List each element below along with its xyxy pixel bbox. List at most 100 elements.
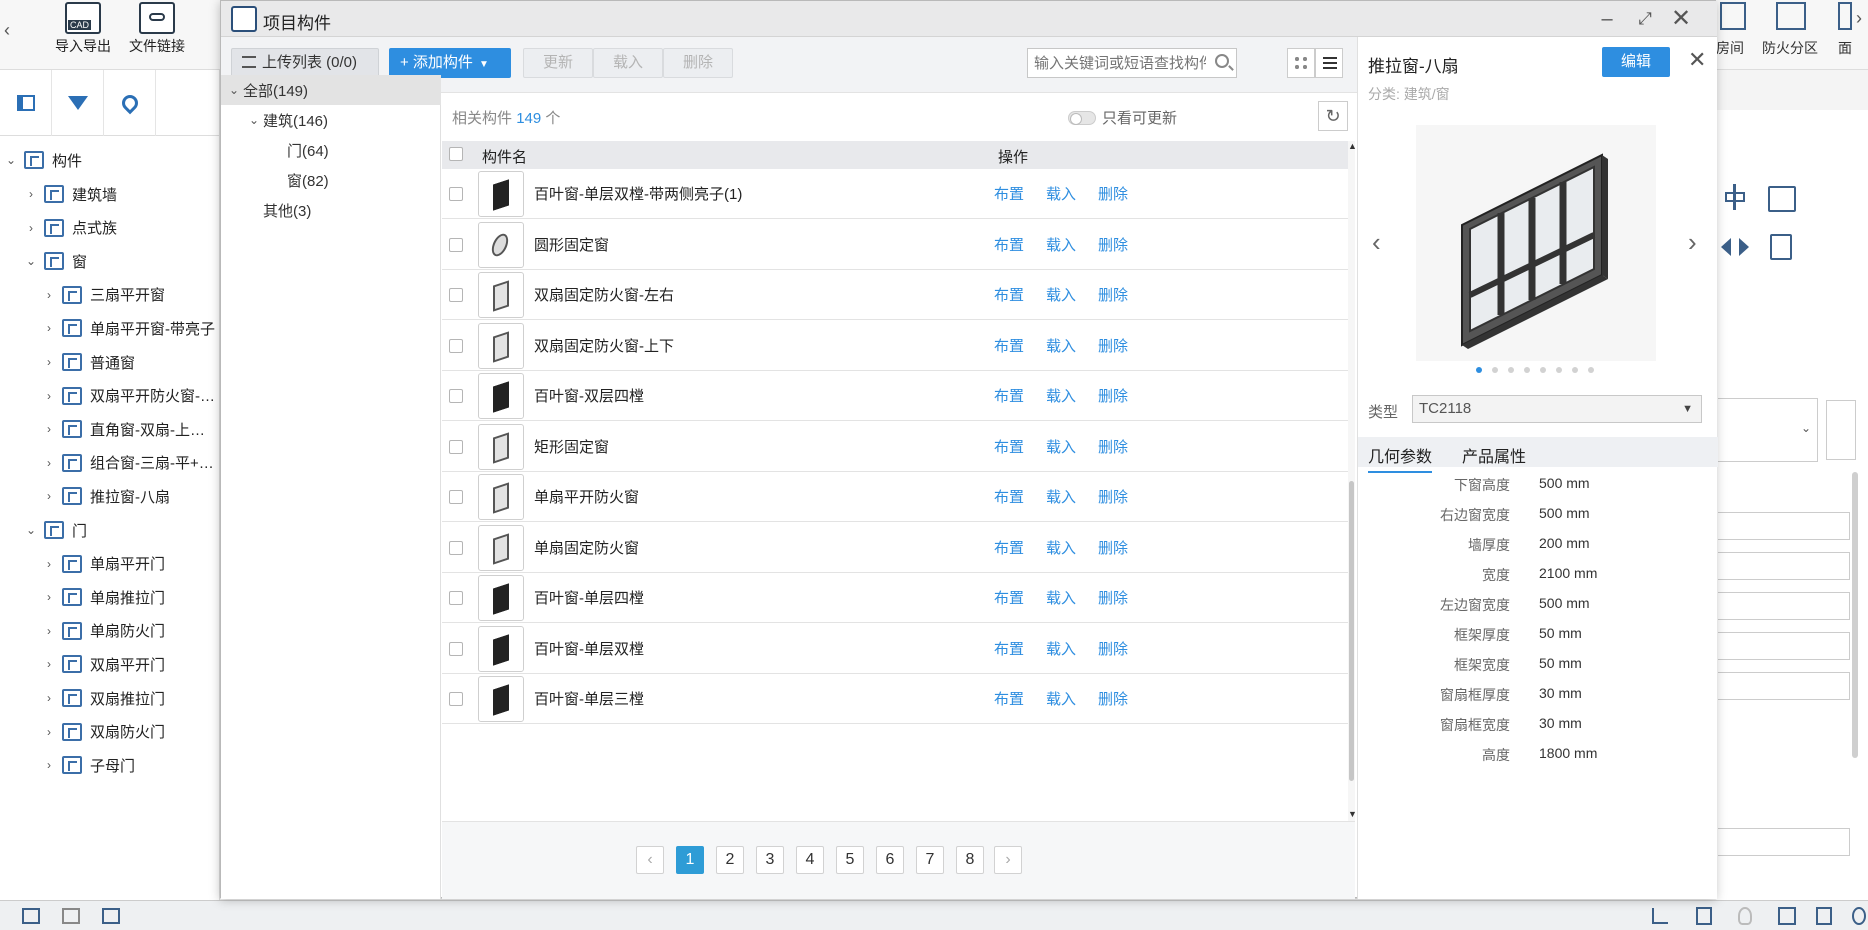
category-item[interactable]: ⌄ 全部(149) — [221, 75, 441, 105]
mirror-icon[interactable] — [1721, 234, 1749, 260]
snap-icon[interactable] — [1652, 908, 1668, 924]
delete-link[interactable]: 删除 — [1098, 486, 1128, 507]
carousel-dot[interactable] — [1492, 367, 1498, 373]
chevron-right-icon[interactable]: › — [42, 624, 56, 638]
layout-view-icon[interactable] — [102, 908, 120, 924]
delete-link[interactable]: 删除 — [1098, 638, 1128, 659]
table-row[interactable]: 百叶窗-单层双樘-带两侧亮子(1) 布置 载入 删除 — [442, 169, 1348, 219]
chevron-right-icon[interactable]: › — [42, 590, 56, 604]
table-row[interactable]: 双扇固定防火窗-上下 布置 载入 删除 — [442, 320, 1348, 371]
chevron-down-icon[interactable]: ⌄ — [24, 254, 38, 268]
right-input-1[interactable] — [1718, 552, 1850, 580]
next-page-button[interactable]: › — [994, 846, 1022, 874]
carousel-dot[interactable] — [1588, 367, 1594, 373]
camera-icon[interactable] — [1778, 907, 1796, 925]
chevron-right-icon[interactable]: › — [42, 725, 56, 739]
category-item[interactable]: ⌄ 建筑(146) — [221, 105, 328, 135]
carousel-dot[interactable] — [1508, 367, 1514, 373]
row-checkbox[interactable] — [449, 187, 463, 201]
chevron-right-icon[interactable]: › — [42, 758, 56, 772]
minimize-icon[interactable]: – — [1593, 5, 1621, 33]
row-checkbox[interactable] — [449, 439, 463, 454]
chevron-right-icon[interactable]: › — [24, 187, 38, 201]
place-link[interactable]: 布置 — [994, 638, 1024, 659]
place-link[interactable]: 布置 — [994, 234, 1024, 255]
chevron-down-icon[interactable]: ⌄ — [225, 83, 243, 97]
chevron-right-icon[interactable]: › — [42, 355, 56, 369]
table-row[interactable]: 双扇固定防火窗-左右 布置 载入 删除 — [442, 270, 1348, 320]
place-link[interactable]: 布置 — [994, 436, 1024, 457]
fire-zone-icon[interactable] — [1776, 2, 1806, 30]
chevron-right-icon[interactable]: › — [42, 557, 56, 571]
carousel-dot[interactable] — [1572, 367, 1578, 373]
panel-toggle-icon[interactable] — [0, 70, 52, 136]
load-link[interactable]: 载入 — [1046, 385, 1076, 406]
delete-link[interactable]: 删除 — [1098, 688, 1128, 709]
scroll-up-icon[interactable]: ▲ — [1348, 141, 1357, 151]
chevron-right-icon[interactable]: › — [42, 422, 56, 436]
right-side-buttons[interactable] — [1826, 400, 1856, 460]
face-icon[interactable] — [1838, 2, 1852, 30]
upload-list-button[interactable]: 上传列表 (0/0) — [231, 48, 379, 78]
page-button[interactable]: 1 — [676, 846, 704, 874]
place-link[interactable]: 布置 — [994, 284, 1024, 305]
page-button[interactable]: 6 — [876, 846, 904, 874]
add-component-button[interactable]: + 添加构件 ▼ — [389, 48, 511, 78]
chevron-right-icon[interactable]: › — [42, 489, 56, 503]
carousel-dot[interactable] — [1476, 367, 1482, 373]
load-link[interactable]: 载入 — [1046, 234, 1076, 255]
room-icon[interactable] — [1720, 2, 1746, 30]
prev-page-button[interactable]: ‹ — [636, 846, 664, 874]
refresh-button[interactable]: ↻ — [1318, 101, 1348, 131]
filter-icon[interactable] — [52, 70, 104, 136]
category-item[interactable]: 门(64) — [221, 135, 329, 165]
category-item[interactable]: 其他(3) — [221, 195, 311, 225]
place-link[interactable]: 布置 — [994, 385, 1024, 406]
maximize-icon[interactable]: ⤢ — [1631, 5, 1659, 33]
delete-link[interactable]: 删除 — [1098, 335, 1128, 356]
table-row[interactable]: 圆形固定窗 布置 载入 删除 — [442, 219, 1348, 270]
fire-zone-label[interactable]: 防火分区 — [1762, 38, 1818, 58]
chevron-right-icon[interactable]: › — [42, 691, 56, 705]
delete-button[interactable]: 删除 — [663, 48, 733, 78]
table-row[interactable]: 单扇平开防火窗 布置 载入 删除 — [442, 472, 1348, 522]
right-select-5[interactable] — [1718, 672, 1850, 700]
search-icon[interactable] — [1215, 54, 1229, 68]
scroll-down-icon[interactable]: ▼ — [1348, 809, 1357, 819]
right-select-6[interactable] — [1718, 828, 1850, 856]
load-link[interactable]: 载入 — [1046, 638, 1076, 659]
detail-close-icon[interactable]: ✕ — [1688, 47, 1706, 73]
page-button[interactable]: 2 — [716, 846, 744, 874]
page-button[interactable]: 4 — [796, 846, 824, 874]
file-link-button[interactable]: 文件链接 — [122, 2, 192, 66]
target-icon[interactable] — [1852, 907, 1866, 925]
page-button[interactable]: 8 — [956, 846, 984, 874]
category-item[interactable]: 窗(82) — [221, 165, 329, 195]
row-checkbox[interactable] — [449, 490, 463, 504]
only-updatable-toggle[interactable] — [1068, 111, 1096, 125]
tab-product[interactable]: 产品属性 — [1462, 443, 1526, 467]
load-button[interactable]: 载入 — [593, 48, 663, 78]
ribbon-scroll-left-icon[interactable]: ‹ — [4, 20, 10, 41]
delete-link[interactable]: 删除 — [1098, 436, 1128, 457]
carousel-dot[interactable] — [1556, 367, 1562, 373]
place-link[interactable]: 布置 — [994, 486, 1024, 507]
location-icon[interactable] — [104, 70, 156, 136]
align-icon[interactable] — [1721, 184, 1749, 210]
table-row[interactable]: 单扇固定防火窗 布置 载入 删除 — [442, 522, 1348, 573]
chevron-right-icon[interactable]: › — [42, 321, 56, 335]
table-row[interactable]: 百叶窗-单层三樘 布置 载入 删除 — [442, 674, 1348, 724]
place-link[interactable]: 布置 — [994, 587, 1024, 608]
delete-link[interactable]: 删除 — [1098, 385, 1128, 406]
type-select[interactable]: TC2118 — [1412, 395, 1702, 423]
delete-link[interactable]: 删除 — [1098, 284, 1128, 305]
select-all-checkbox[interactable] — [449, 147, 463, 161]
place-link[interactable]: 布置 — [994, 688, 1024, 709]
load-link[interactable]: 载入 — [1046, 183, 1076, 204]
cube-icon[interactable] — [1696, 907, 1712, 925]
trash-icon[interactable] — [1770, 234, 1792, 260]
row-checkbox[interactable] — [449, 338, 463, 353]
right-select-2[interactable] — [1718, 512, 1850, 540]
right-select-4[interactable] — [1718, 632, 1850, 660]
tile-view-icon[interactable] — [62, 908, 80, 924]
